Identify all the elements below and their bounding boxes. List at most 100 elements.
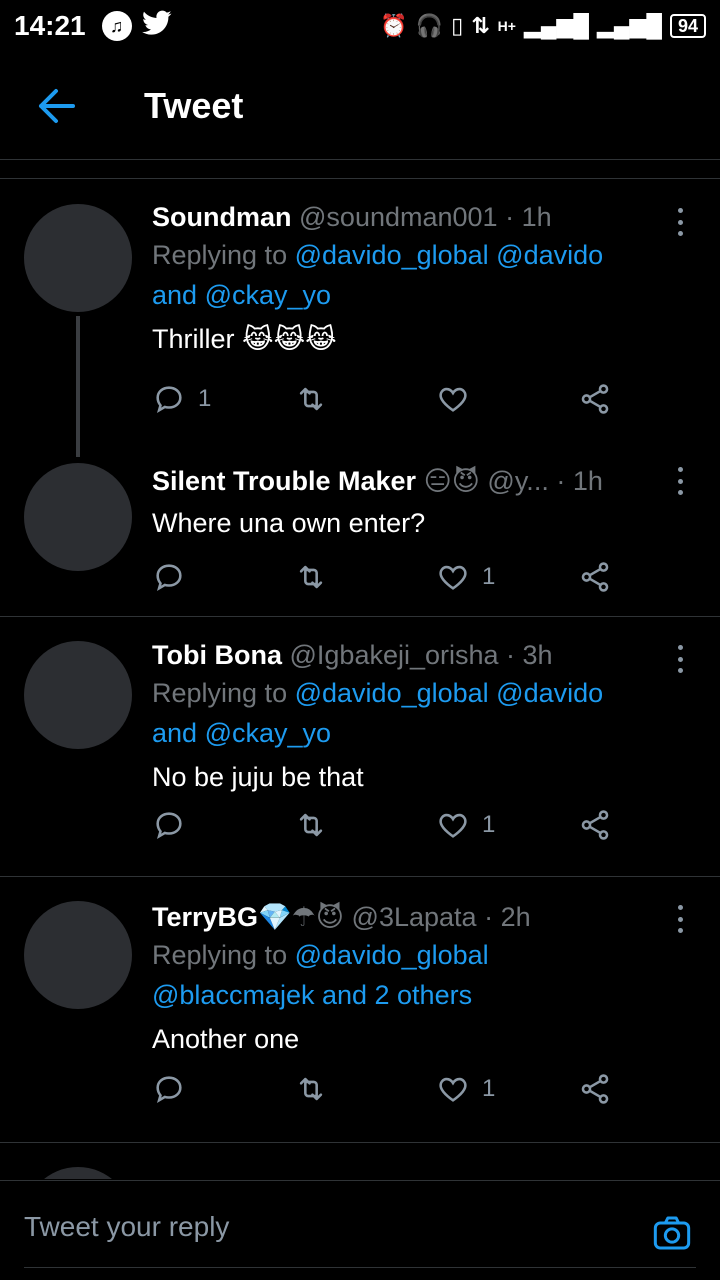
- like-count: 1: [482, 563, 496, 590]
- tweet[interactable]: Tobi Bona @Igbakeji_orisha · 3h Replying…: [0, 617, 720, 877]
- app-header: Tweet: [0, 52, 720, 160]
- user-name[interactable]: Soundman: [152, 202, 292, 232]
- reply-button[interactable]: 1: [152, 382, 211, 416]
- heart-icon: [439, 387, 467, 412]
- tweet[interactable]: Silent Trouble Maker 😑😈 @y... · 1h Where…: [0, 449, 720, 617]
- headphones-icon: 🎧: [415, 13, 444, 38]
- mention-link[interactable]: @davido_global @davido: [295, 678, 604, 708]
- share-button[interactable]: [578, 1072, 612, 1106]
- heart-icon: [439, 565, 467, 590]
- and-text: and: [152, 280, 198, 310]
- more-options-icon[interactable]: [670, 901, 690, 937]
- data-transfer-icon: ⇅: [471, 13, 490, 38]
- tweet-text-content: Thriller: [152, 324, 235, 354]
- replying-prefix: Replying to: [152, 240, 288, 270]
- camera-button[interactable]: [652, 1213, 692, 1253]
- user-handle[interactable]: @y...: [487, 466, 548, 496]
- more-options-icon[interactable]: [670, 463, 690, 499]
- tweet[interactable]: TerryBG💎☂😈 @3Lapata · 2h Replying to @da…: [0, 877, 720, 1143]
- music-icon: ♫: [101, 11, 132, 41]
- signal-2-icon: ▂▄▆█: [596, 13, 662, 38]
- share-button[interactable]: [578, 560, 612, 594]
- like-button[interactable]: 1: [436, 560, 495, 594]
- like-button[interactable]: 1: [436, 1072, 495, 1106]
- retweet-button[interactable]: [294, 560, 340, 594]
- user-name[interactable]: Silent Trouble Maker: [152, 466, 416, 496]
- like-button[interactable]: [436, 382, 482, 416]
- user-handle[interactable]: @soundman001: [299, 202, 498, 232]
- retweet-icon: [299, 1077, 323, 1101]
- replying-to: Replying to @davido_global @davido and @…: [152, 235, 690, 315]
- and-text: and: [152, 718, 198, 748]
- tweet-emoji: 😹😹😹: [242, 324, 337, 354]
- alarm-icon: ⏰: [380, 13, 408, 38]
- reply-button[interactable]: [152, 560, 198, 594]
- user-handle[interactable]: @Igbakeji_orisha: [290, 640, 499, 670]
- tweet-meta: Tobi Bona @Igbakeji_orisha · 3h: [152, 637, 690, 673]
- mention-link[interactable]: @ckay_yo: [205, 280, 331, 310]
- tweet-time: · 2h: [484, 902, 531, 932]
- mention-link[interactable]: @davido_global: [295, 940, 489, 970]
- avatar[interactable]: [24, 901, 132, 1009]
- user-name[interactable]: Tobi Bona: [152, 640, 282, 670]
- reply-icon: [156, 386, 182, 414]
- reply-composer[interactable]: Tweet your reply: [0, 1180, 720, 1280]
- retweet-button[interactable]: [294, 808, 340, 842]
- reply-icon: [156, 1076, 182, 1104]
- share-button[interactable]: [578, 808, 612, 842]
- reply-button[interactable]: [152, 808, 198, 842]
- heart-icon: [439, 1077, 467, 1102]
- retweet-icon: [299, 565, 323, 589]
- tweet[interactable]: Soundman @soundman001 · 1h Replying to @…: [0, 179, 720, 457]
- vibrate-icon: ▯: [451, 13, 464, 38]
- avatar[interactable]: [24, 641, 132, 749]
- avatar[interactable]: [24, 463, 132, 571]
- share-button[interactable]: [578, 382, 612, 416]
- retweet-icon: [299, 813, 323, 837]
- tweet-text: Another one: [152, 1024, 300, 1054]
- reply-count: 1: [198, 385, 212, 412]
- mention-link[interactable]: @ckay_yo: [205, 718, 331, 748]
- name-emoji: 😑😈: [423, 466, 480, 496]
- retweet-icon: [299, 387, 323, 411]
- reply-button[interactable]: [152, 1072, 198, 1106]
- user-handle[interactable]: @3Lapata: [352, 902, 477, 932]
- replying-prefix: Replying to: [152, 940, 288, 970]
- like-count: 1: [482, 811, 496, 838]
- tweet-time: · 1h: [556, 466, 603, 496]
- battery-icon: 94: [669, 14, 706, 38]
- more-options-icon[interactable]: [670, 641, 690, 677]
- share-icon: [581, 384, 609, 414]
- avatar[interactable]: [24, 1167, 132, 1179]
- retweet-button[interactable]: [294, 1072, 340, 1106]
- replying-to: Replying to @davido_global @blaccmajek a…: [152, 935, 690, 1015]
- like-count: 1: [482, 1075, 496, 1102]
- reply-icon: [156, 564, 182, 592]
- mention-link[interactable]: @blaccmajek and 2 others: [152, 980, 472, 1010]
- replies-feed[interactable]: Soundman @soundman001 · 1h Replying to @…: [0, 179, 720, 1179]
- signal-icon: ▂▄▆█: [523, 13, 589, 38]
- share-icon: [581, 810, 609, 840]
- camera-icon: [653, 1216, 691, 1250]
- status-bar: 14:21 ♫ ⏰ 🎧 ▯ ⇅ H+ ▂▄▆█ ▂▄▆█ 94: [0, 0, 720, 52]
- tweet-text: Where una own enter?: [152, 508, 426, 538]
- reply-input[interactable]: Tweet your reply: [24, 1211, 229, 1243]
- name-emoji: 💎☂😈: [258, 902, 345, 932]
- divider: [24, 1267, 696, 1268]
- share-icon: [581, 1074, 609, 1104]
- tweet-meta: Soundman @soundman001 · 1h: [152, 199, 690, 235]
- retweet-button[interactable]: [294, 382, 340, 416]
- more-options-icon[interactable]: [670, 204, 690, 240]
- user-name[interactable]: TerryBG: [152, 902, 258, 932]
- mention-link[interactable]: @davido_global @davido: [295, 240, 604, 270]
- tweet-text: No be juju be that: [152, 762, 364, 792]
- like-button[interactable]: 1: [436, 808, 495, 842]
- back-button[interactable]: [24, 74, 88, 138]
- tweet-time: · 1h: [505, 202, 552, 232]
- status-time: 14:21: [14, 10, 86, 41]
- tweet-time: · 3h: [506, 640, 553, 670]
- avatar[interactable]: [24, 204, 132, 312]
- replying-prefix: Replying to: [152, 678, 288, 708]
- tweet-meta: Silent Trouble Maker 😑😈 @y... · 1h: [152, 463, 690, 499]
- back-arrow-icon: [39, 88, 75, 123]
